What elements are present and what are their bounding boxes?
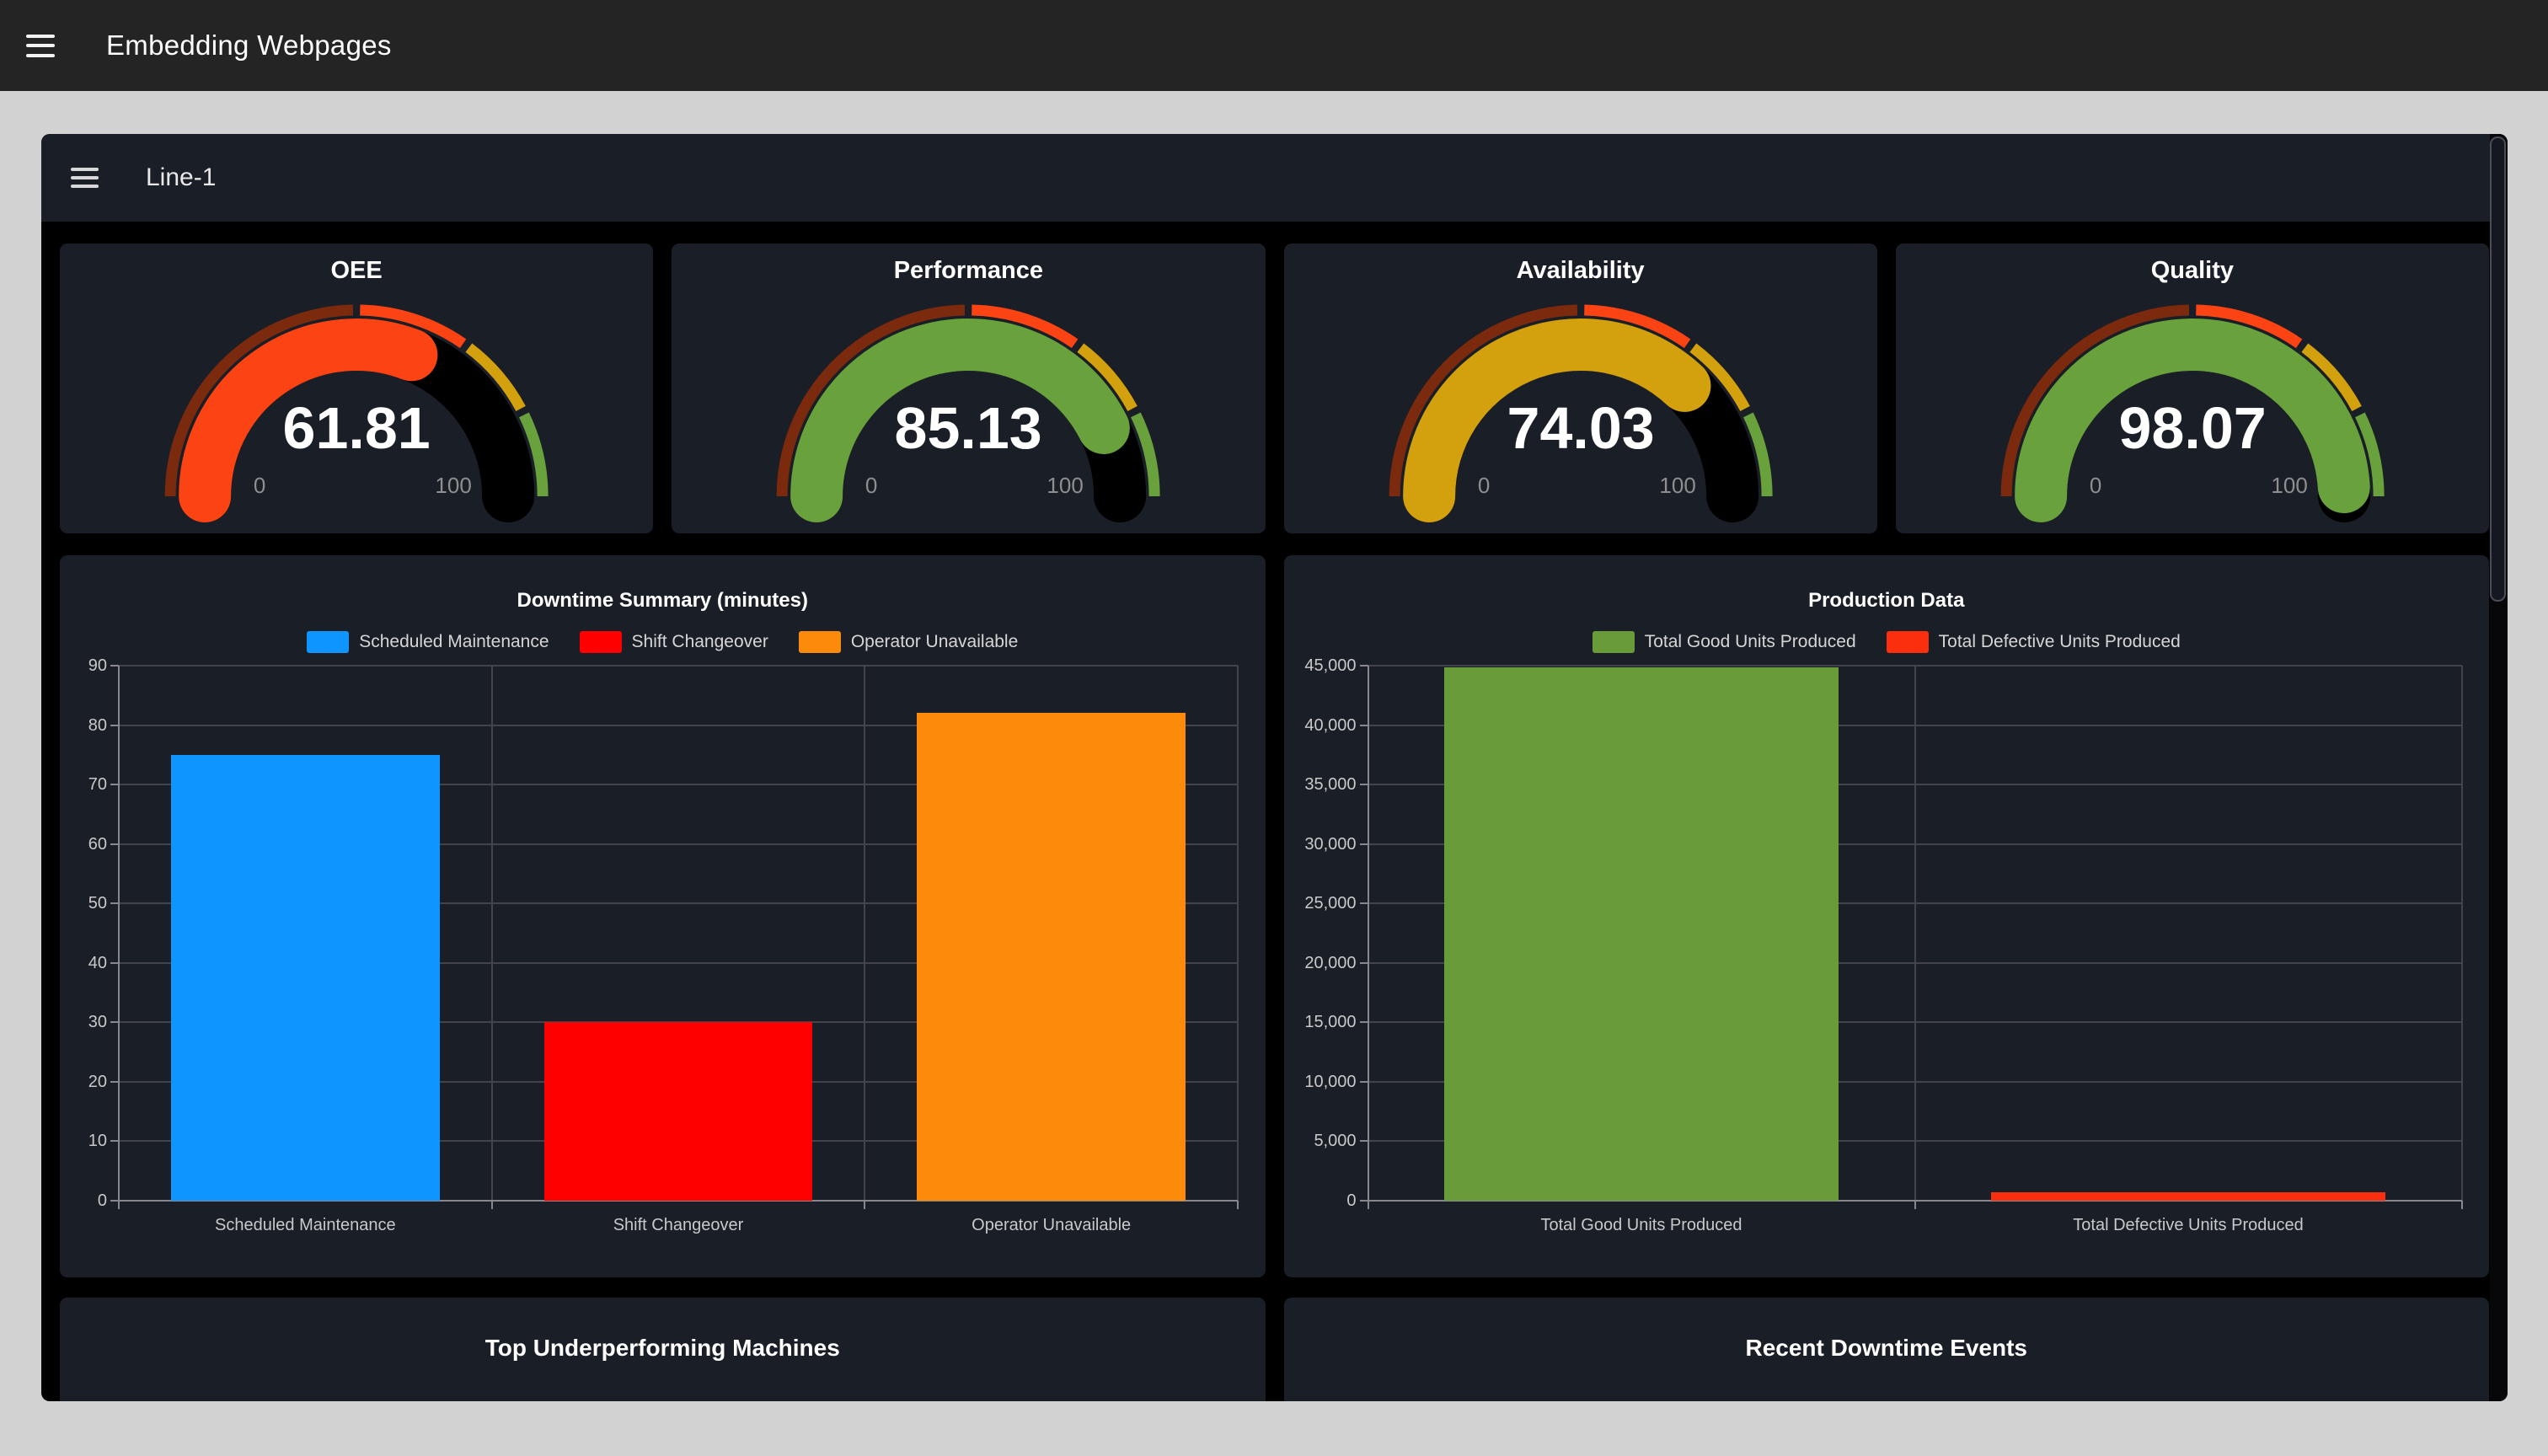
gauge-min-label: 0 xyxy=(254,473,265,498)
y-axis-tick-label: 20 xyxy=(60,1070,107,1094)
gauge-card-oee: OEE 61.810100 xyxy=(60,244,653,533)
gauge-max-label: 100 xyxy=(1659,473,1695,498)
gauge-card-availability: Availability 74.030100 xyxy=(1284,244,1877,533)
x-axis-tick xyxy=(1368,1201,1369,1209)
gauge-card-performance: Performance 85.130100 xyxy=(672,244,1265,533)
performance-gauge: 85.13 0 100 xyxy=(672,244,1265,533)
x-axis-tick xyxy=(491,1201,493,1209)
x-axis-category-label: Total Defective Units Produced xyxy=(1915,1216,2462,1235)
y-axis-tick-label: 45,000 xyxy=(1284,654,1357,677)
gridline-x xyxy=(1914,666,1916,1201)
y-axis-tick-label: 40,000 xyxy=(1284,714,1357,737)
section-title: Top Underperforming Machines xyxy=(60,1335,1266,1362)
x-axis-category-label: Shift Changeover xyxy=(492,1216,865,1235)
chart-row: Downtime Summary (minutes) Scheduled Mai… xyxy=(60,555,2489,1277)
y-axis-tick-label: 80 xyxy=(60,714,107,737)
dashboard-menu-icon[interactable] xyxy=(71,168,99,188)
gauge-max-label: 100 xyxy=(2271,473,2307,498)
app-title: Embedding Webpages xyxy=(106,29,392,62)
gridline-x xyxy=(864,666,865,1201)
gauge-min-label: 0 xyxy=(2090,473,2101,498)
x-axis-category-label: Operator Unavailable xyxy=(864,1216,1238,1235)
gauge-max-label: 100 xyxy=(435,473,471,498)
y-axis-tick-label: 35,000 xyxy=(1284,773,1357,796)
embedded-dashboard-panel: Line-1 OEE 61.810100 Performance 85.1301… xyxy=(41,134,2508,1401)
gauge-value: 61.81 xyxy=(283,395,431,461)
top-underperforming-machines-card: Top Underperforming Machines xyxy=(60,1298,1266,1401)
gauge-value: 85.13 xyxy=(895,395,1042,461)
gridline-x xyxy=(491,666,493,1201)
y-axis-tick-label: 15,000 xyxy=(1284,1010,1357,1034)
y-axis-line xyxy=(118,666,120,1201)
panel-scrollbar-thumb[interactable] xyxy=(2490,136,2506,602)
dashboard-header: Line-1 xyxy=(41,134,2508,222)
bar xyxy=(544,1022,813,1201)
x-axis-tick xyxy=(1914,1201,1916,1209)
y-axis-tick-label: 25,000 xyxy=(1284,891,1357,915)
bottom-row: Top Underperforming Machines Recent Down… xyxy=(60,1298,2489,1401)
x-axis-category-label: Scheduled Maintenance xyxy=(119,1216,492,1235)
panel-scrollbar-track[interactable] xyxy=(2490,134,2508,1401)
gauge-value: 98.07 xyxy=(2118,395,2266,461)
quality-gauge: 98.07 0 100 xyxy=(1896,244,2489,533)
y-axis-tick-label: 60 xyxy=(60,832,107,856)
y-axis-tick-label: 0 xyxy=(1284,1189,1357,1212)
recent-downtime-events-card: Recent Downtime Events xyxy=(1284,1298,2490,1401)
availability-gauge: 74.03 0 100 xyxy=(1284,244,1877,533)
x-axis-tick xyxy=(2461,1201,2463,1209)
y-axis-tick-label: 0 xyxy=(60,1189,107,1212)
y-axis-tick-label: 10 xyxy=(60,1129,107,1153)
downtime-summary-plot: 0 10 20 30 40 50 60 70 80 90 Scheduled Maintenance… xyxy=(60,555,1266,1277)
y-axis-tick-label: 40 xyxy=(60,951,107,975)
app-bar: Embedding Webpages xyxy=(0,0,2548,91)
bar xyxy=(171,755,440,1201)
app-menu-icon[interactable] xyxy=(26,35,55,57)
gridline-x xyxy=(2461,666,2463,1201)
gauge-max-label: 100 xyxy=(1047,473,1084,498)
gauge-card-quality: Quality 98.070100 xyxy=(1896,244,2489,533)
x-axis-category-label: Total Good Units Produced xyxy=(1368,1216,1915,1235)
bar xyxy=(917,713,1186,1201)
y-axis-tick-label: 30,000 xyxy=(1284,832,1357,856)
y-axis-tick-label: 90 xyxy=(60,654,107,677)
y-axis-line xyxy=(1368,666,1369,1201)
gauge-row: OEE 61.810100 Performance 85.130100 Avai… xyxy=(60,244,2489,533)
x-axis-tick xyxy=(118,1201,120,1209)
gridline-y xyxy=(119,665,1238,666)
y-axis-tick-label: 30 xyxy=(60,1010,107,1034)
gauge-value: 74.03 xyxy=(1507,395,1654,461)
y-axis-tick-label: 20,000 xyxy=(1284,951,1357,975)
bar xyxy=(1444,667,1838,1201)
x-axis-tick xyxy=(864,1201,865,1209)
gauge-min-label: 0 xyxy=(865,473,877,498)
y-axis-tick-label: 50 xyxy=(60,891,107,915)
y-axis-tick-label: 70 xyxy=(60,773,107,796)
production-data-plot: 0 5,000 10,000 15,000 20,000 25,000 30,000 35,0… xyxy=(1284,555,2490,1277)
dashboard-title: Line-1 xyxy=(146,163,216,192)
oee-gauge: 61.81 0 100 xyxy=(60,244,653,533)
section-title: Recent Downtime Events xyxy=(1284,1335,2490,1362)
downtime-summary-card: Downtime Summary (minutes) Scheduled Mai… xyxy=(60,555,1266,1277)
y-axis-tick-label: 10,000 xyxy=(1284,1070,1357,1094)
y-axis-tick-label: 5,000 xyxy=(1284,1129,1357,1153)
production-data-card: Production Data Total Good Units Produce… xyxy=(1284,555,2490,1277)
x-axis-tick xyxy=(1237,1201,1239,1209)
gridline-x xyxy=(1237,666,1239,1201)
gauge-min-label: 0 xyxy=(1477,473,1489,498)
bar xyxy=(1991,1192,2385,1201)
